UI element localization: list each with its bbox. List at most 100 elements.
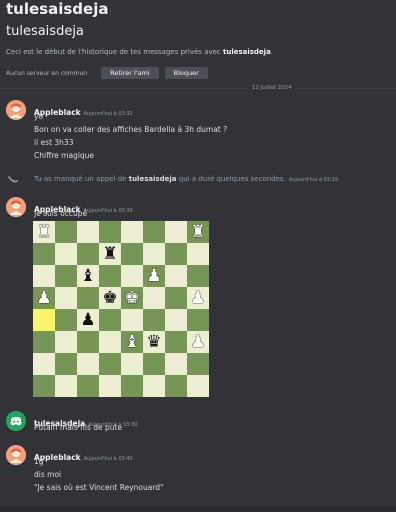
avatar[interactable] (6, 445, 26, 465)
chess-square (143, 375, 165, 397)
call-timestamp: Aujourd'hui à 03:39 (288, 177, 338, 183)
chess-square (55, 331, 77, 353)
chess-piece-icon: ♟ (80, 310, 96, 330)
chess-square (121, 243, 143, 265)
chess-piece-icon: ♝ (80, 266, 96, 286)
chess-square: ♜ (99, 243, 121, 265)
chess-square (33, 331, 55, 353)
chess-piece-icon: ♜ (102, 244, 118, 264)
chess-square (165, 309, 187, 331)
chess-square (143, 309, 165, 331)
chess-square: ♟ (187, 287, 209, 309)
dm-intro: Ceci est le début de l'historique de tes… (6, 48, 273, 56)
chess-square (77, 375, 99, 397)
chess-square (143, 287, 165, 309)
message-timestamp: Aujourd'hui à 03:40 (83, 456, 133, 462)
date-divider: 12 juillet 2024 (248, 85, 296, 91)
chess-piece-icon: ♟ (36, 288, 52, 308)
chess-square (165, 221, 187, 243)
chess-piece-icon: ♟ (190, 288, 206, 308)
chess-piece-icon: ♝ (124, 332, 140, 352)
chess-square (143, 221, 165, 243)
chess-square (165, 331, 187, 353)
chess-square (121, 221, 143, 243)
call-text: Tu as manqué un appel de (34, 175, 129, 183)
profile-actions: Aucun serveur en commun Retirer l'ami Bl… (6, 66, 214, 80)
chess-square (143, 353, 165, 375)
chess-square (77, 243, 99, 265)
chess-square (77, 353, 99, 375)
composer-edge (0, 506, 396, 512)
chess-square: ♚ (99, 287, 121, 309)
chess-square (55, 287, 77, 309)
message-text: "Je sais où est Vincent Reynouard" (34, 483, 164, 492)
message-timestamp: Aujourd'hui à 03:39 (83, 208, 133, 214)
missed-call-notice: Tu as manqué un appel de tulesaisdeja qu… (6, 175, 386, 185)
mutual-servers: Aucun serveur en commun (6, 69, 88, 77)
chess-square (55, 375, 77, 397)
intro-text: Ceci est le début de l'historique de tes… (6, 48, 223, 56)
remove-friend-button[interactable]: Retirer l'ami (101, 67, 159, 79)
message-text: Putain mais fils de pute (34, 423, 123, 432)
chess-piece-icon: ♚ (102, 288, 118, 308)
chess-square: ♟ (33, 287, 55, 309)
chess-square (55, 265, 77, 287)
missed-call-icon (8, 176, 18, 183)
chess-square (121, 309, 143, 331)
message-text: yo (34, 112, 44, 121)
chess-square (77, 331, 99, 353)
chess-square: ♚ (121, 287, 143, 309)
chess-square (55, 309, 77, 331)
chess-square: ♝ (77, 265, 99, 287)
chess-square (165, 375, 187, 397)
discord-logo-icon (6, 411, 26, 431)
avatar-image (6, 445, 26, 465)
message-timestamp: Aujourd'hui à 03:32 (83, 111, 133, 117)
chess-piece-icon: ♛ (146, 332, 162, 352)
chess-square (165, 353, 187, 375)
message-text: dis moi (34, 470, 62, 479)
date-divider-line (0, 88, 396, 89)
avatar[interactable] (6, 411, 26, 431)
call-suffix: qui a duré quelques secondes. (176, 175, 286, 183)
block-button[interactable]: Bloquer (164, 67, 208, 79)
chess-piece-icon: ♟ (190, 332, 206, 352)
chess-piece-icon: ♜ (36, 222, 52, 242)
chess-square: ♜ (187, 221, 209, 243)
avatar[interactable] (6, 100, 26, 120)
chess-square (187, 353, 209, 375)
message-text: il est 3h33 (34, 138, 74, 147)
chess-board: ♜ ♜ ♜ ♝ ♟ ♟ ♚ ♚ ♟ ♟ ♝ ♛ ♟ (33, 221, 209, 397)
chess-square (99, 353, 121, 375)
chess-square (55, 353, 77, 375)
chess-piece-icon: ♟ (146, 266, 162, 286)
chess-square (187, 243, 209, 265)
message-text: je suis occupé (34, 209, 88, 218)
chess-square (77, 287, 99, 309)
chess-square (99, 331, 121, 353)
chess-square (143, 243, 165, 265)
chess-square (187, 265, 209, 287)
dm-username: tulesaisdeja (6, 24, 84, 39)
chess-square (121, 353, 143, 375)
chess-square (121, 375, 143, 397)
chess-square (99, 375, 121, 397)
chess-square (99, 221, 121, 243)
message-text: 1g (34, 457, 44, 466)
chess-square (55, 221, 77, 243)
chess-square: ♛ (143, 331, 165, 353)
chess-square (33, 265, 55, 287)
chess-board-image[interactable]: ♜ ♜ ♜ ♝ ♟ ♟ ♚ ♚ ♟ ♟ ♝ ♛ ♟ (33, 221, 209, 397)
chess-square: ♜ (33, 221, 55, 243)
chess-piece-icon: ♚ (124, 288, 140, 308)
chess-square (187, 375, 209, 397)
chess-square (33, 309, 55, 331)
dm-title: tulesaisdeja (6, 0, 109, 18)
chess-square: ♟ (77, 309, 99, 331)
call-user[interactable]: tulesaisdeja (129, 175, 177, 183)
chess-square (77, 221, 99, 243)
chess-square (165, 265, 187, 287)
avatar[interactable] (6, 197, 26, 217)
chess-square (33, 243, 55, 265)
avatar-image (6, 100, 26, 120)
